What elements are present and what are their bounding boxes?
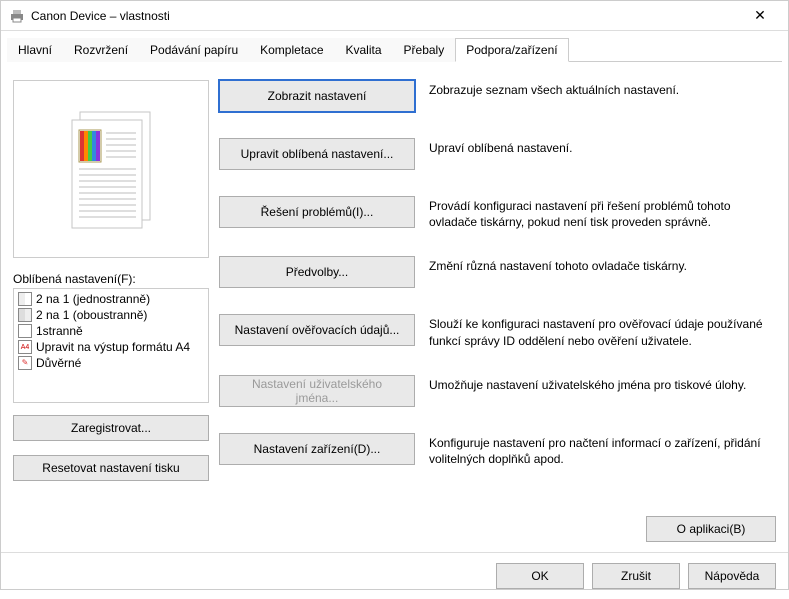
list-item[interactable]: ✎ Důvěrné [16,355,206,371]
list-item-label: 2 na 1 (oboustranně) [36,308,147,322]
list-item[interactable]: 2 na 1 (oboustranně) [16,307,206,323]
cancel-button[interactable]: Zrušit [592,563,680,589]
device-settings-desc: Konfiguruje nastavení pro načtení inform… [429,433,776,467]
printer-icon [9,8,25,24]
show-settings-desc: Zobrazuje seznam všech aktuálních nastav… [429,80,679,98]
auth-settings-desc: Slouží ke konfiguraci nastavení pro ověř… [429,314,776,348]
edit-favorites-button[interactable]: Upravit oblíbená nastavení... [219,138,415,170]
layout-2on1-icon [18,292,32,306]
close-button[interactable]: ✕ [740,7,780,24]
register-button[interactable]: Zaregistrovat... [13,415,209,441]
help-button[interactable]: Nápověda [688,563,776,589]
list-item[interactable]: 1stranně [16,323,206,339]
reset-print-settings-button[interactable]: Resetovat nastavení tisku [13,455,209,481]
about-button[interactable]: O aplikaci(B) [646,516,776,542]
tab-kvalita[interactable]: Kvalita [335,38,393,62]
page-preview [13,80,209,258]
auth-settings-button[interactable]: Nastavení ověřovacích údajů... [219,314,415,346]
a4-icon: A4 [18,340,32,354]
left-column: Oblíbená nastavení(F): 2 na 1 (jednostra… [13,80,209,542]
page-preview-icon [66,109,156,229]
list-item[interactable]: A4 Upravit na výstup formátu A4 [16,339,206,355]
layout-1sided-icon [18,324,32,338]
list-item-label: Důvěrné [36,356,81,370]
preferences-desc: Změní různá nastavení tohoto ovladače ti… [429,256,687,274]
list-item-label: 1stranně [36,324,83,338]
confidential-icon: ✎ [18,356,32,370]
tab-strip: Hlavní Rozvržení Podávání papíru Komplet… [7,37,782,62]
list-item-label: Upravit na výstup formátu A4 [36,340,190,354]
troubleshooting-button[interactable]: Řešení problémů(I)... [219,196,415,228]
layout-2on1-duplex-icon [18,308,32,322]
favorites-label: Oblíbená nastavení(F): [13,272,209,286]
show-settings-button[interactable]: Zobrazit nastavení [219,80,415,112]
tab-kompletace[interactable]: Kompletace [249,38,334,62]
tab-podavani-papiru[interactable]: Podávání papíru [139,38,249,62]
window-title: Canon Device – vlastnosti [31,9,740,23]
left-buttons: Zaregistrovat... Resetovat nastavení tis… [13,415,209,481]
ok-button[interactable]: OK [496,563,584,589]
tab-hlavni[interactable]: Hlavní [7,38,63,62]
preferences-button[interactable]: Předvolby... [219,256,415,288]
favorites-listbox[interactable]: 2 na 1 (jednostranně) 2 na 1 (oboustrann… [13,288,209,403]
username-settings-button: Nastavení uživatelského jména... [219,375,415,407]
troubleshooting-desc: Provádí konfiguraci nastavení při řešení… [429,196,776,230]
username-settings-desc: Umožňuje nastavení uživatelského jména p… [429,375,746,393]
right-column: Zobrazit nastavení Zobrazuje seznam všec… [219,80,776,542]
list-item[interactable]: 2 na 1 (jednostranně) [16,291,206,307]
tab-podpora-zarizeni[interactable]: Podpora/zařízení [455,38,568,62]
tab-prebaly[interactable]: Přebaly [393,38,456,62]
titlebar: Canon Device – vlastnosti ✕ [1,1,788,31]
edit-favorites-desc: Upraví oblíbená nastavení. [429,138,572,156]
tab-rozvrzeni[interactable]: Rozvržení [63,38,139,62]
tab-content: Oblíbená nastavení(F): 2 na 1 (jednostra… [1,62,788,552]
device-settings-button[interactable]: Nastavení zařízení(D)... [219,433,415,465]
dialog-footer: OK Zrušit Nápověda [1,552,788,599]
list-item-label: 2 na 1 (jednostranně) [36,292,150,306]
